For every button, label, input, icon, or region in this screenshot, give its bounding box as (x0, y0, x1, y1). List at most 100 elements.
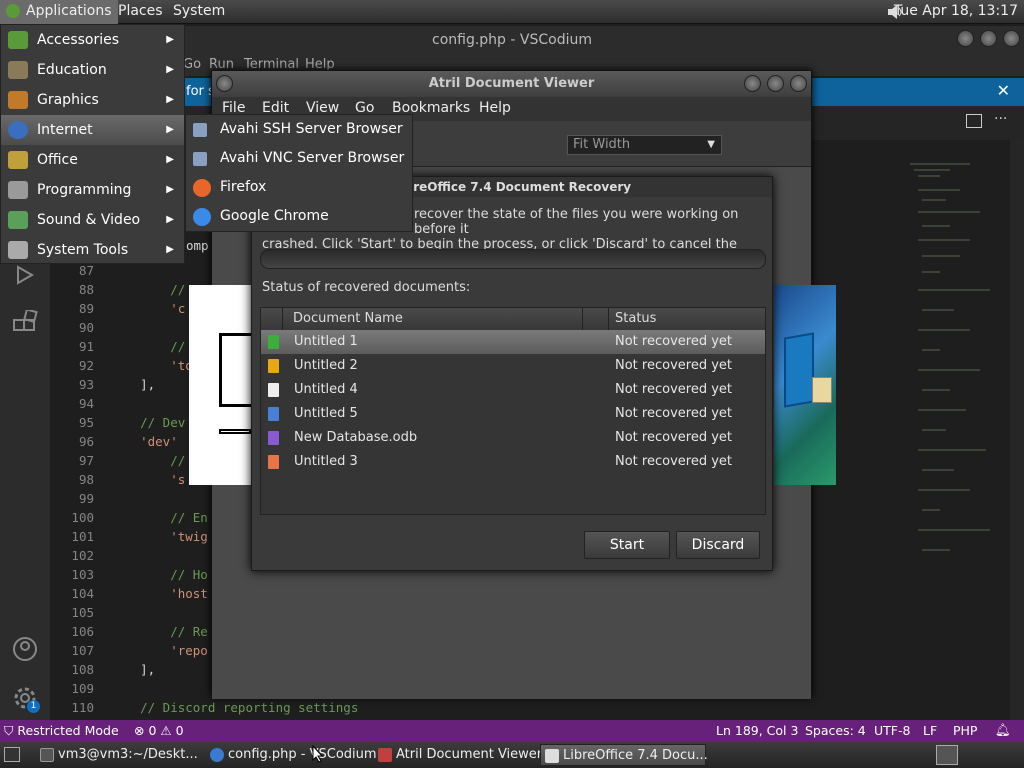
internet-submenu: Avahi SSH Server Browser Avahi VNC Server… (185, 114, 413, 232)
window-menu-button[interactable] (216, 75, 233, 92)
task-vscodium[interactable]: config.php - VSCodium (206, 744, 377, 766)
task-libreoffice-recovery[interactable]: LibreOffice 7.4 Docu... (540, 744, 708, 766)
atril-titlebar[interactable]: Atril Document Viewer (212, 71, 811, 97)
code-text: // Dev (110, 415, 186, 430)
document-status: Not recovered yet (615, 454, 732, 469)
line-number: 101 (71, 529, 94, 544)
recovery-title: LibreOffice 7.4 Document Recovery (392, 180, 632, 194)
notifications-bell-icon[interactable]: 🔔︎ (995, 722, 1011, 738)
split-editor-icon[interactable] (966, 114, 982, 128)
submenu-item-chrome[interactable]: Google Chrome (186, 202, 412, 231)
minimize-button[interactable] (744, 75, 761, 92)
table-row[interactable]: Untitled 2 Not recovered yet (261, 354, 765, 378)
menu-item-sound-video[interactable]: Sound & Video ▶ (1, 205, 184, 235)
close-button[interactable] (790, 75, 807, 92)
submenu-arrow-icon: ▶ (166, 154, 174, 165)
line-number: 100 (71, 510, 94, 525)
line-ending[interactable]: LF (923, 723, 937, 738)
language-mode[interactable]: PHP (953, 723, 977, 738)
workspace-switcher[interactable] (936, 745, 958, 765)
task-atril[interactable]: Atril Document Viewer (374, 744, 542, 766)
submenu-item-firefox[interactable]: Firefox (186, 173, 412, 202)
account-icon[interactable] (11, 636, 39, 662)
document-status: Not recovered yet (615, 406, 732, 421)
column-status[interactable]: Status (609, 308, 765, 330)
extensions-icon[interactable] (12, 308, 38, 334)
line-number: 96 (78, 434, 94, 449)
discard-button[interactable]: Discard (676, 531, 760, 559)
table-row[interactable]: Untitled 1 Not recovered yet (261, 330, 765, 354)
indentation[interactable]: Spaces: 4 (805, 723, 866, 738)
menu-item-graphics[interactable]: Graphics ▶ (1, 85, 184, 115)
start-button[interactable]: Start (584, 531, 670, 559)
settings-gear-icon[interactable]: 1 (11, 684, 41, 714)
line-number: 106 (71, 624, 94, 639)
document-name: Untitled 4 (294, 382, 358, 397)
table-row[interactable]: New Database.odb Not recovered yet (261, 426, 765, 450)
document-status: Not recovered yet (615, 358, 732, 373)
code-text: 'repo (110, 643, 208, 658)
places-menu[interactable]: Places (112, 0, 169, 24)
menu-item-label: Office (37, 152, 78, 168)
more-actions-icon[interactable]: ··· (994, 111, 1007, 127)
table-row[interactable]: Untitled 3 Not recovered yet (261, 450, 765, 474)
close-icon[interactable]: ✕ (997, 81, 1010, 100)
code-text: // (110, 282, 186, 297)
maximize-button[interactable] (767, 75, 784, 92)
menu-help[interactable]: Help (479, 100, 511, 116)
vscodium-title: config.php - VSCodium (432, 32, 592, 48)
column-document-name[interactable]: Document Name (283, 308, 583, 330)
error-icon: ⊗ (134, 723, 145, 738)
problems-status[interactable]: ⊗ 0 ⚠ 0 (134, 723, 184, 738)
clock[interactable]: Tue Apr 18, 13:17 (894, 0, 1018, 22)
close-button[interactable] (1003, 30, 1020, 47)
code-text: ], (110, 662, 156, 677)
code-text: 'c (110, 301, 186, 316)
minimap[interactable] (900, 140, 1010, 720)
line-number: 87 (78, 263, 94, 278)
table-row[interactable]: Untitled 4 Not recovered yet (261, 378, 765, 402)
submenu-arrow-icon: ▶ (166, 184, 174, 195)
submenu-item-avahi-ssh[interactable]: Avahi SSH Server Browser (186, 115, 412, 144)
menu-item-system-tools[interactable]: System Tools ▶ (1, 235, 184, 265)
menu-item-accessories[interactable]: Accessories ▶ (1, 25, 184, 55)
menu-item-label: Accessories (37, 32, 120, 48)
submenu-arrow-icon: ▶ (166, 124, 174, 135)
submenu-arrow-icon: ▶ (166, 64, 174, 75)
minimize-button[interactable] (957, 30, 974, 47)
document-page-left (189, 285, 251, 485)
system-menu[interactable]: System (167, 0, 231, 24)
editor-scrollbar[interactable] (1010, 140, 1024, 720)
menu-go[interactable]: Go (183, 57, 201, 72)
line-number: 109 (71, 681, 94, 696)
menu-item-internet[interactable]: Internet ▶ (1, 115, 184, 145)
applications-menu[interactable]: Applications (0, 0, 118, 24)
bottom-taskbar: vm3@vm3:~/Deskt... config.php - VSCodium… (0, 742, 1024, 768)
run-debug-icon[interactable] (12, 264, 36, 286)
menu-item-education[interactable]: Education ▶ (1, 55, 184, 85)
menu-item-office[interactable]: Office ▶ (1, 145, 184, 175)
recovery-dialog: LibreOffice 7.4 Document Recovery recove… (251, 176, 773, 571)
task-terminal[interactable]: vm3@vm3:~/Deskt... (36, 744, 198, 766)
submenu-arrow-icon: ▶ (166, 244, 174, 255)
menu-item-programming[interactable]: Programming ▶ (1, 175, 184, 205)
menu-item-label: Programming (37, 182, 132, 198)
maximize-button[interactable] (980, 30, 997, 47)
submenu-item-avahi-vnc[interactable]: Avahi VNC Server Browser (186, 144, 412, 173)
submenu-arrow-icon: ▶ (166, 34, 174, 45)
restricted-mode-status[interactable]: ⛉ Restricted Mode (4, 723, 119, 739)
programming-icon (8, 181, 28, 199)
cursor-position[interactable]: Ln 189, Col 3 (716, 723, 798, 738)
graphics-icon (8, 91, 28, 109)
system-label: System (173, 3, 226, 19)
line-number: 89 (78, 301, 94, 316)
table-row[interactable]: Untitled 5 Not recovered yet (261, 402, 765, 426)
encoding[interactable]: UTF-8 (874, 723, 910, 738)
zoom-select[interactable]: Fit Width ▼ (567, 135, 722, 155)
code-text: 's (110, 472, 186, 487)
show-desktop-icon[interactable] (4, 747, 20, 762)
recovered-documents-table[interactable]: Document Name Status Untitled 1 Not recov… (260, 307, 766, 515)
system-tools-icon (8, 241, 28, 259)
column-icon-header (261, 308, 283, 330)
error-count: 0 (148, 723, 157, 738)
